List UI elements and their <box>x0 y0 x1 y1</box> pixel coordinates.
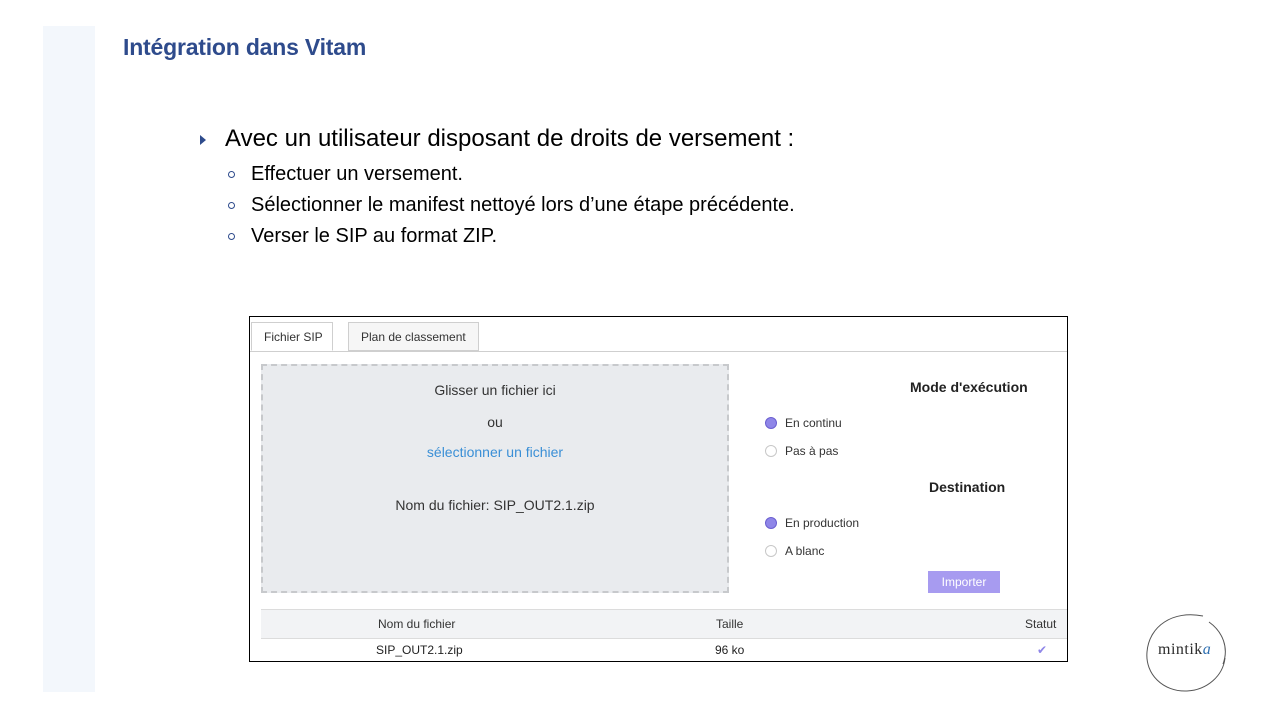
column-header-status: Statut <box>1025 617 1057 631</box>
circle-bullet-icon <box>228 233 235 240</box>
execution-mode-title: Mode d'exécution <box>910 379 1028 395</box>
logo-text: mintika <box>1158 641 1212 658</box>
circle-bullet-icon <box>228 202 235 209</box>
tab-plan-de-classement[interactable]: Plan de classement <box>348 322 479 351</box>
file-dropzone[interactable]: Glisser un fichier ici ou sélectionner u… <box>261 364 729 593</box>
import-button[interactable]: Importer <box>928 571 1000 593</box>
table-header: Nom du fichier Taille Statut <box>261 609 1067 639</box>
radio-pas-a-pas[interactable]: Pas à pas <box>765 444 838 458</box>
dropzone-or-text: ou <box>487 414 503 430</box>
radio-selected-icon[interactable] <box>765 417 777 429</box>
sub-bullet-text: Sélectionner le manifest nettoyé lors d’… <box>251 194 795 216</box>
slide-title: Intégration dans Vitam <box>123 34 367 60</box>
column-header-name: Nom du fichier <box>378 617 456 631</box>
sub-bullet: Verser le SIP au format ZIP. <box>200 221 1100 252</box>
table-row: SIP_OUT2.1.zip 96 ko ✔ <box>261 638 1067 661</box>
tab-fichier-sip[interactable]: Fichier SIP <box>251 322 333 351</box>
radio-a-blanc[interactable]: A blanc <box>765 544 824 558</box>
sub-bullet-text: Verser le SIP au format ZIP. <box>251 225 498 247</box>
select-file-link[interactable]: sélectionner un fichier <box>427 444 563 460</box>
file-name-cell: SIP_OUT2.1.zip <box>376 642 463 657</box>
sub-bullet-text: Effectuer un versement. <box>251 163 463 185</box>
bullet-main-text: Avec un utilisateur disposant de droits … <box>225 125 795 152</box>
bullet-main: Avec un utilisateur disposant de droits … <box>200 122 1100 156</box>
embedded-app-screenshot: Fichier SIP Plan de classement Glisser u… <box>249 316 1068 662</box>
side-strip <box>43 26 95 692</box>
sub-bullet: Effectuer un versement. <box>200 159 1100 190</box>
triangle-bullet-icon <box>200 135 206 145</box>
radio-label: En continu <box>785 416 842 430</box>
file-size-cell: 96 ko <box>715 642 745 657</box>
check-icon: ✔ <box>1037 642 1048 657</box>
mintika-logo: mintika <box>1143 612 1229 694</box>
dropzone-drag-text: Glisser un fichier ici <box>434 382 556 398</box>
radio-label: A blanc <box>785 544 825 558</box>
radio-unselected-icon[interactable] <box>765 445 777 457</box>
tab-divider <box>250 351 1067 352</box>
radio-label: En production <box>785 516 860 530</box>
radio-selected-icon[interactable] <box>765 517 777 529</box>
bullet-list: Avec un utilisateur disposant de droits … <box>200 122 1100 252</box>
radio-en-production[interactable]: En production <box>765 516 859 530</box>
dropzone-filename: Nom du fichier: SIP_OUT2.1.zip <box>395 497 595 513</box>
column-header-size: Taille <box>716 617 744 631</box>
radio-label: Pas à pas <box>785 444 839 458</box>
radio-unselected-icon[interactable] <box>765 545 777 557</box>
circle-bullet-icon <box>228 171 235 178</box>
sub-bullet-list: Effectuer un versement. Sélectionner le … <box>200 159 1100 252</box>
radio-en-continu[interactable]: En continu <box>765 416 842 430</box>
sub-bullet: Sélectionner le manifest nettoyé lors d’… <box>200 190 1100 221</box>
destination-title: Destination <box>929 479 1006 495</box>
